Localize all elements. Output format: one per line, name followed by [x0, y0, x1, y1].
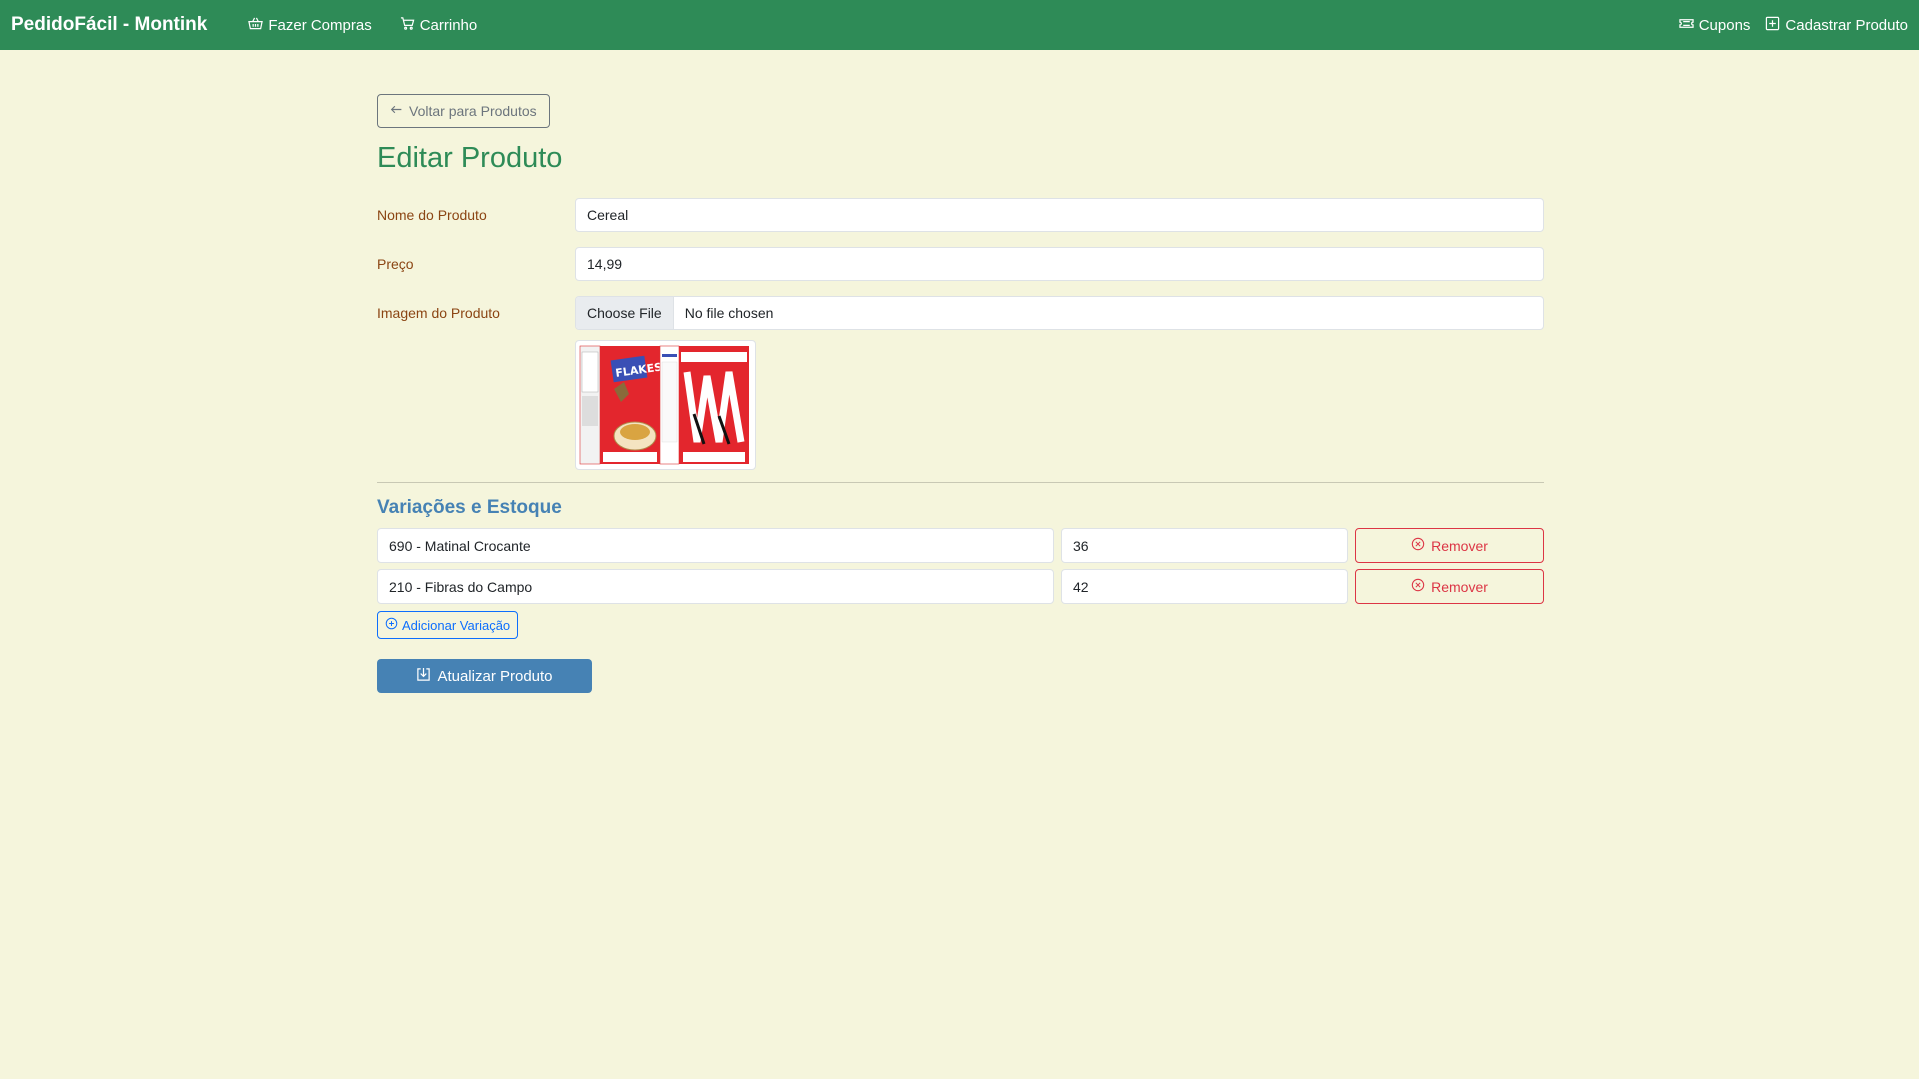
plus-circle-icon	[385, 617, 398, 633]
brand-logo[interactable]: PedidoFácil - Montink	[11, 14, 207, 36]
nav-cadastrar-produto[interactable]: Cadastrar Produto	[1765, 16, 1908, 35]
cart-icon	[400, 16, 415, 35]
variation-row: 210 - Fibras do Campo 42 Remover	[377, 569, 1544, 605]
arrow-left-icon	[390, 103, 403, 119]
section-divider	[377, 482, 1544, 483]
product-name-label: Nome do Produto	[377, 207, 487, 223]
add-variation-button[interactable]: Adicionar Variação	[377, 611, 519, 639]
remove-label: Remover	[1431, 537, 1488, 554]
product-name-input[interactable]: Cereal	[575, 198, 1544, 232]
download-square-icon	[416, 667, 431, 686]
variation-name-input[interactable]: 690 - Matinal Crocante	[377, 528, 1054, 563]
price-label: Preço	[377, 256, 414, 272]
nav-cupons-label: Cupons	[1698, 16, 1751, 34]
update-product-button[interactable]: Atualizar Produto	[377, 659, 592, 693]
update-product-label: Atualizar Produto	[437, 667, 553, 685]
variation-stock-input[interactable]: 42	[1061, 569, 1348, 604]
basket-icon	[248, 16, 264, 35]
product-image-thumbnail: FLAKES	[575, 340, 756, 470]
product-image-file-input[interactable]: Choose File No file chosen	[575, 296, 1544, 330]
back-button-label: Voltar para Produtos	[409, 103, 537, 119]
form-row-image: Imagem do Produto Choose File No file ch…	[377, 296, 1544, 330]
add-variation-label: Adicionar Variação	[402, 617, 511, 633]
variation-row: 690 - Matinal Crocante 36 Remover	[377, 528, 1544, 564]
nav-fazer-compras[interactable]: Fazer Compras	[248, 16, 372, 35]
cereal-box-image: FLAKES	[579, 344, 752, 466]
nav-carrinho[interactable]: Carrinho	[400, 16, 478, 35]
x-circle-icon	[1411, 578, 1425, 595]
variation-name-input[interactable]: 210 - Fibras do Campo	[377, 569, 1054, 604]
plus-square-icon	[1765, 16, 1780, 35]
form-row-name: Nome do Produto Cereal	[377, 198, 1544, 232]
top-navbar: PedidoFácil - Montink Fazer Compras Carr…	[0, 0, 1919, 50]
remove-variation-button[interactable]: Remover	[1355, 569, 1544, 604]
nav-right-group: Cupons Cadastrar Produto	[1664, 16, 1908, 35]
remove-label: Remover	[1431, 578, 1488, 595]
back-to-products-button[interactable]: Voltar para Produtos	[377, 94, 550, 128]
nav-cadastrar-produto-label: Cadastrar Produto	[1785, 16, 1908, 34]
product-image-label: Imagem do Produto	[377, 305, 500, 321]
nav-carrinho-label: Carrinho	[419, 16, 478, 34]
file-status-text: No file chosen	[684, 305, 774, 321]
ticket-icon	[1679, 16, 1694, 35]
page-title: Editar Produto	[377, 142, 563, 174]
choose-file-button[interactable]: Choose File	[576, 297, 674, 329]
variation-stock-input[interactable]: 36	[1061, 528, 1348, 563]
nav-fazer-compras-label: Fazer Compras	[268, 16, 372, 34]
price-input[interactable]: 14,99	[575, 247, 1544, 281]
form-row-price: Preço 14,99	[377, 247, 1544, 281]
variations-section-title: Variações e Estoque	[377, 497, 562, 518]
remove-variation-button[interactable]: Remover	[1355, 528, 1544, 563]
x-circle-icon	[1411, 537, 1425, 554]
nav-cupons[interactable]: Cupons	[1679, 16, 1751, 35]
